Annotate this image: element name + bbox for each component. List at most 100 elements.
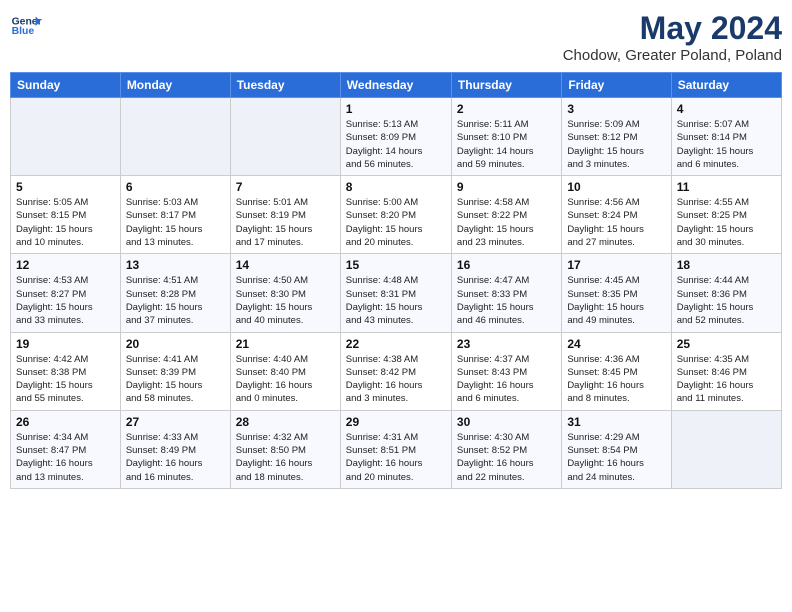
calendar-cell: 9Sunrise: 4:58 AM Sunset: 8:22 PM Daylig…	[451, 176, 561, 254]
day-number: 13	[126, 258, 225, 272]
calendar-cell: 31 Sunrise: 4:29 AM Sunset: 8:54 PM Dayli…	[562, 410, 671, 488]
weekday-header-saturday: Saturday	[671, 73, 781, 98]
day-content: Sunrise: 4:47 AM Sunset: 8:33 PM Dayligh…	[457, 274, 556, 327]
day-content: Sunrise: 4:34 AM Sunset: 8:47 PM Dayligh…	[16, 431, 115, 484]
calendar-cell: 18 Sunrise: 4:44 AM Sunset: 8:36 PM Dayli…	[671, 254, 781, 332]
calendar-cell: 30 Sunrise: 4:30 AM Sunset: 8:52 PM Dayli…	[451, 410, 561, 488]
calendar-cell: 12 Sunrise: 4:53 AM Sunset: 8:27 PM Dayli…	[11, 254, 121, 332]
day-number: 23	[457, 337, 556, 351]
day-content: Sunrise: 4:44 AM Sunset: 8:36 PM Dayligh…	[677, 274, 776, 327]
day-content: Sunrise: 4:35 AM Sunset: 8:46 PM Dayligh…	[677, 353, 776, 406]
calendar-cell: 21 Sunrise: 4:40 AM Sunset: 8:40 PM Dayli…	[230, 332, 340, 410]
calendar-cell: 17 Sunrise: 4:45 AM Sunset: 8:35 PM Dayli…	[562, 254, 671, 332]
title-block: May 2024 Chodow, Greater Poland, Poland	[563, 10, 782, 64]
day-content: Sunrise: 4:45 AM Sunset: 8:35 PM Dayligh…	[567, 274, 665, 327]
calendar-cell: 10 Sunrise: 4:56 AM Sunset: 8:24 PM Dayli…	[562, 176, 671, 254]
calendar-cell: 1 Sunrise: 5:13 AM Sunset: 8:09 PM Daylig…	[340, 98, 451, 176]
day-number: 15	[346, 258, 446, 272]
calendar-cell: 26 Sunrise: 4:34 AM Sunset: 8:47 PM Dayli…	[11, 410, 121, 488]
day-number: 1	[346, 102, 446, 116]
day-number: 26	[16, 415, 115, 429]
day-number: 24	[567, 337, 665, 351]
day-number: 18	[677, 258, 776, 272]
day-content: Sunrise: 5:01 AM Sunset: 8:19 PM Dayligh…	[236, 196, 335, 249]
calendar-cell: 4 Sunrise: 5:07 AM Sunset: 8:14 PM Daylig…	[671, 98, 781, 176]
day-content: Sunrise: 5:13 AM Sunset: 8:09 PM Dayligh…	[346, 118, 446, 171]
day-number: 30	[457, 415, 556, 429]
calendar-week-3: 12 Sunrise: 4:53 AM Sunset: 8:27 PM Dayli…	[11, 254, 782, 332]
svg-text:Blue: Blue	[12, 26, 35, 37]
calendar-cell: 2 Sunrise: 5:11 AM Sunset: 8:10 PM Daylig…	[451, 98, 561, 176]
calendar-cell: 19 Sunrise: 4:42 AM Sunset: 8:38 PM Dayli…	[11, 332, 121, 410]
calendar-week-1: 1 Sunrise: 5:13 AM Sunset: 8:09 PM Daylig…	[11, 98, 782, 176]
day-content: Sunrise: 5:11 AM Sunset: 8:10 PM Dayligh…	[457, 118, 556, 171]
day-content: Sunrise: 4:53 AM Sunset: 8:27 PM Dayligh…	[16, 274, 115, 327]
day-content: Sunrise: 4:30 AM Sunset: 8:52 PM Dayligh…	[457, 431, 556, 484]
day-number: 22	[346, 337, 446, 351]
day-content: Sunrise: 4:38 AM Sunset: 8:42 PM Dayligh…	[346, 353, 446, 406]
weekday-header-row: SundayMondayTuesdayWednesdayThursdayFrid…	[11, 73, 782, 98]
day-content: Sunrise: 4:56 AM Sunset: 8:24 PM Dayligh…	[567, 196, 665, 249]
calendar-cell	[230, 98, 340, 176]
day-number: 2	[457, 102, 556, 116]
calendar-cell: 6 Sunrise: 5:03 AM Sunset: 8:17 PM Daylig…	[120, 176, 230, 254]
day-content: Sunrise: 4:29 AM Sunset: 8:54 PM Dayligh…	[567, 431, 665, 484]
day-content: Sunrise: 4:36 AM Sunset: 8:45 PM Dayligh…	[567, 353, 665, 406]
day-content: Sunrise: 4:32 AM Sunset: 8:50 PM Dayligh…	[236, 431, 335, 484]
day-content: Sunrise: 4:33 AM Sunset: 8:49 PM Dayligh…	[126, 431, 225, 484]
weekday-header-sunday: Sunday	[11, 73, 121, 98]
calendar-cell: 14 Sunrise: 4:50 AM Sunset: 8:30 PM Dayli…	[230, 254, 340, 332]
weekday-header-tuesday: Tuesday	[230, 73, 340, 98]
day-number: 27	[126, 415, 225, 429]
calendar-cell: 15 Sunrise: 4:48 AM Sunset: 8:31 PM Dayli…	[340, 254, 451, 332]
calendar-week-4: 19 Sunrise: 4:42 AM Sunset: 8:38 PM Dayli…	[11, 332, 782, 410]
calendar-cell: 28Sunrise: 4:32 AM Sunset: 8:50 PM Dayli…	[230, 410, 340, 488]
day-content: Sunrise: 5:03 AM Sunset: 8:17 PM Dayligh…	[126, 196, 225, 249]
day-number: 10	[567, 180, 665, 194]
weekday-header-monday: Monday	[120, 73, 230, 98]
day-content: Sunrise: 4:48 AM Sunset: 8:31 PM Dayligh…	[346, 274, 446, 327]
day-number: 6	[126, 180, 225, 194]
day-content: Sunrise: 5:07 AM Sunset: 8:14 PM Dayligh…	[677, 118, 776, 171]
day-content: Sunrise: 5:09 AM Sunset: 8:12 PM Dayligh…	[567, 118, 665, 171]
calendar-cell	[671, 410, 781, 488]
calendar-cell: 3Sunrise: 5:09 AM Sunset: 8:12 PM Daylig…	[562, 98, 671, 176]
weekday-header-wednesday: Wednesday	[340, 73, 451, 98]
day-number: 31	[567, 415, 665, 429]
calendar-cell: 20Sunrise: 4:41 AM Sunset: 8:39 PM Dayli…	[120, 332, 230, 410]
page-header: General Blue May 2024 Chodow, Greater Po…	[10, 10, 782, 64]
logo: General Blue	[10, 10, 42, 42]
calendar-cell: 7Sunrise: 5:01 AM Sunset: 8:19 PM Daylig…	[230, 176, 340, 254]
day-content: Sunrise: 5:00 AM Sunset: 8:20 PM Dayligh…	[346, 196, 446, 249]
day-number: 21	[236, 337, 335, 351]
day-content: Sunrise: 4:50 AM Sunset: 8:30 PM Dayligh…	[236, 274, 335, 327]
day-content: Sunrise: 4:51 AM Sunset: 8:28 PM Dayligh…	[126, 274, 225, 327]
logo-icon: General Blue	[10, 10, 42, 42]
month-year-title: May 2024	[563, 10, 782, 47]
calendar-cell: 23Sunrise: 4:37 AM Sunset: 8:43 PM Dayli…	[451, 332, 561, 410]
calendar-cell: 13 Sunrise: 4:51 AM Sunset: 8:28 PM Dayli…	[120, 254, 230, 332]
day-number: 4	[677, 102, 776, 116]
calendar-table: SundayMondayTuesdayWednesdayThursdayFrid…	[10, 72, 782, 489]
day-content: Sunrise: 4:40 AM Sunset: 8:40 PM Dayligh…	[236, 353, 335, 406]
day-number: 19	[16, 337, 115, 351]
day-number: 9	[457, 180, 556, 194]
day-number: 20	[126, 337, 225, 351]
day-number: 14	[236, 258, 335, 272]
day-number: 17	[567, 258, 665, 272]
day-number: 12	[16, 258, 115, 272]
calendar-cell: 22 Sunrise: 4:38 AM Sunset: 8:42 PM Dayli…	[340, 332, 451, 410]
location-subtitle: Chodow, Greater Poland, Poland	[563, 47, 782, 64]
calendar-cell: 5Sunrise: 5:05 AM Sunset: 8:15 PM Daylig…	[11, 176, 121, 254]
day-content: Sunrise: 4:42 AM Sunset: 8:38 PM Dayligh…	[16, 353, 115, 406]
weekday-header-friday: Friday	[562, 73, 671, 98]
day-number: 16	[457, 258, 556, 272]
calendar-cell: 24 Sunrise: 4:36 AM Sunset: 8:45 PM Dayli…	[562, 332, 671, 410]
calendar-week-2: 5Sunrise: 5:05 AM Sunset: 8:15 PM Daylig…	[11, 176, 782, 254]
calendar-cell: 27 Sunrise: 4:33 AM Sunset: 8:49 PM Dayli…	[120, 410, 230, 488]
calendar-cell: 29Sunrise: 4:31 AM Sunset: 8:51 PM Dayli…	[340, 410, 451, 488]
day-content: Sunrise: 4:31 AM Sunset: 8:51 PM Dayligh…	[346, 431, 446, 484]
calendar-week-5: 26 Sunrise: 4:34 AM Sunset: 8:47 PM Dayli…	[11, 410, 782, 488]
calendar-cell	[120, 98, 230, 176]
calendar-cell	[11, 98, 121, 176]
